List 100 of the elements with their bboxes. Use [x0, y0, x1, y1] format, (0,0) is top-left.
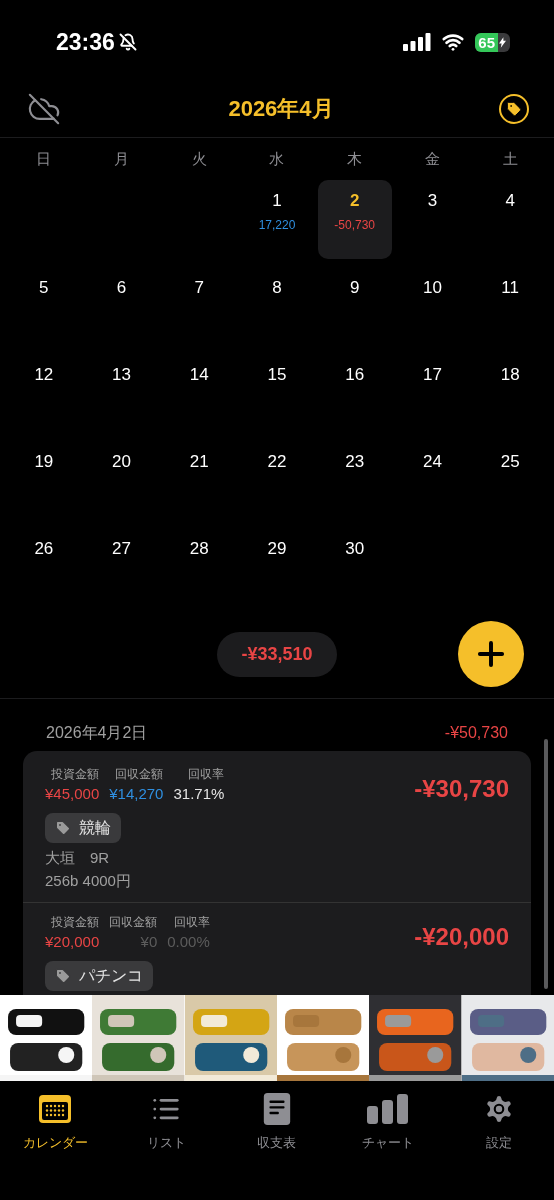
day-cell[interactable]: 25	[473, 441, 547, 520]
stat-label: 投資金額	[51, 766, 100, 783]
stat-value: ¥20,000	[45, 932, 100, 952]
weekday-label: 火	[190, 148, 208, 169]
document-icon	[263, 1093, 291, 1125]
day-amount: 17,220	[258, 216, 296, 234]
stat-value: 31.71%	[173, 784, 225, 804]
day-cell[interactable]: 22	[240, 441, 314, 520]
day-cell[interactable]: 5	[7, 267, 81, 346]
battery-indicator: 65	[475, 32, 510, 52]
entry-note: 256b 4000円	[45, 870, 132, 891]
day-number: 7	[194, 277, 204, 299]
weekday-label: 木	[346, 148, 364, 169]
stat-label: 回収率	[173, 914, 210, 931]
stat-value: ¥14,270	[109, 784, 164, 804]
day-cell[interactable]: 13	[84, 354, 159, 433]
tab-item[interactable]: リスト	[110, 1091, 222, 1153]
day-number: 30	[345, 538, 365, 560]
day-cell[interactable]: 9	[317, 267, 392, 346]
stat-label: 回収金額	[109, 914, 158, 931]
day-number: 5	[39, 277, 49, 299]
day-number: 29	[267, 538, 287, 560]
day-cell[interactable]: 29	[240, 528, 314, 607]
day-number: 3	[427, 190, 438, 212]
month-total: -¥33,510	[217, 632, 337, 677]
day-number: 9	[349, 277, 360, 299]
day-cell[interactable]: 1 17,220	[240, 180, 314, 259]
day-cell[interactable]: 14	[162, 354, 237, 433]
day-cell[interactable]: 10	[395, 267, 470, 346]
wifi-icon	[441, 31, 466, 53]
day-number: 13	[112, 364, 131, 386]
tab-item[interactable]: 収支表	[221, 1091, 333, 1153]
day-number: 2	[349, 190, 360, 212]
day-cell[interactable]: 4	[473, 180, 547, 259]
detail-total: -¥50,730	[444, 723, 508, 743]
day-cell[interactable]: 20	[84, 441, 159, 520]
day-cell[interactable]: 2 -50,730	[317, 180, 392, 259]
stat-value: 0.00%	[167, 932, 210, 952]
day-number: 20	[112, 451, 131, 473]
day-cell[interactable]: 8	[240, 267, 314, 346]
day-amount: -50,730	[334, 216, 376, 234]
day-number: 12	[34, 364, 54, 386]
day-number: 28	[189, 538, 209, 560]
day-number: 25	[500, 451, 520, 473]
tag-icon	[55, 968, 71, 984]
month-title: 2026年4月	[228, 95, 334, 123]
day-cell[interactable]: 6	[84, 267, 159, 346]
day-number: 18	[500, 364, 520, 386]
category-tag[interactable]: パチンコ	[45, 961, 153, 991]
bar-chart-icon	[366, 1094, 409, 1124]
day-number: 8	[272, 277, 282, 299]
day-number: 24	[422, 451, 442, 473]
tab-item[interactable]: チャート	[332, 1091, 444, 1153]
day-number: 23	[345, 451, 365, 473]
day-cell[interactable]: 28	[162, 528, 237, 607]
day-cell[interactable]: 27	[84, 528, 159, 607]
day-cell[interactable]: 7	[162, 267, 237, 346]
day-number: 11	[501, 277, 519, 299]
signal-icon	[403, 33, 432, 51]
day-number: 6	[116, 277, 127, 299]
day-number: 17	[422, 364, 442, 386]
calendar-icon	[38, 1094, 73, 1124]
day-number: 26	[34, 538, 54, 560]
weekday-label: 月	[113, 148, 131, 169]
stat-label: 投資金額	[51, 914, 100, 931]
day-cell[interactable]: 16	[317, 354, 392, 433]
tab-item[interactable]: カレンダー	[0, 1091, 111, 1153]
stat-value: ¥0	[140, 932, 158, 952]
category-tag[interactable]: 競輪	[45, 813, 121, 843]
stat-label: 回収率	[188, 766, 225, 783]
entry-result: -¥20,000	[414, 922, 509, 952]
stat-value: ¥45,000	[45, 784, 100, 804]
entry-note: 大垣 9R	[45, 848, 111, 868]
day-number: 1	[272, 190, 282, 212]
day-cell[interactable]: 19	[7, 441, 81, 520]
weekday-label: 水	[268, 148, 286, 169]
weekday-label: 土	[501, 148, 519, 169]
status-time: 23:36	[56, 27, 115, 57]
tag-icon[interactable]	[499, 93, 529, 124]
day-cell[interactable]: 11	[473, 267, 547, 346]
detail-date: 2026年4月2日	[46, 723, 148, 743]
tab-item[interactable]: 設定	[443, 1091, 554, 1153]
day-cell[interactable]: 15	[240, 354, 314, 433]
day-cell[interactable]: 26	[7, 528, 81, 607]
entry-result: -¥30,730	[414, 774, 509, 804]
day-number: 14	[189, 364, 209, 386]
day-cell[interactable]: 30	[317, 528, 392, 607]
day-cell[interactable]: 21	[162, 441, 237, 520]
stat-label: 回収金額	[115, 766, 164, 783]
day-cell[interactable]: 12	[7, 354, 81, 433]
day-cell[interactable]: 24	[395, 441, 470, 520]
bell-off-icon	[118, 33, 137, 51]
day-cell[interactable]: 18	[473, 354, 547, 433]
tag-icon	[55, 820, 71, 836]
weekday-label: 日	[35, 148, 53, 169]
day-cell[interactable]: 17	[395, 354, 470, 433]
day-number: 4	[505, 190, 515, 212]
day-cell[interactable]: 23	[317, 441, 392, 520]
day-cell[interactable]: 3	[395, 180, 470, 259]
day-number: 10	[422, 277, 442, 299]
